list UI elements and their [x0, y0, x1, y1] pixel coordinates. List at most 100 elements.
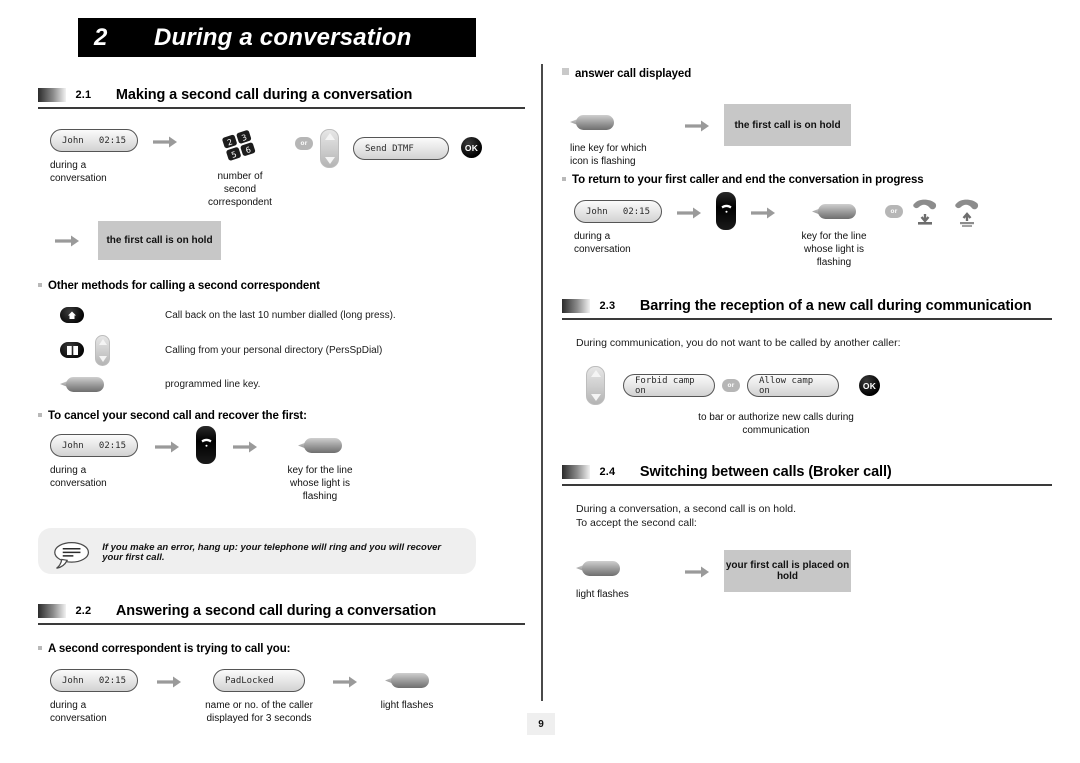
result-row-first-call-hold: the first call is on hold	[50, 221, 525, 260]
nav-down-arrow-icon	[590, 394, 601, 401]
step-lcd-display: John 02:15 during a conversation	[574, 200, 662, 256]
nav-down-arrow-icon	[98, 355, 107, 362]
step-caption: key for the line whose light is flashing	[287, 465, 353, 502]
arrow-right-icon	[50, 230, 84, 252]
softkey-send-dtmf[interactable]: Send DTMF	[353, 137, 449, 160]
line-key-body	[66, 376, 104, 392]
step-line-key: key for the line whose light is flashing	[274, 434, 366, 503]
nav-updown-icon[interactable]	[95, 334, 110, 366]
nav-updown-icon[interactable]	[586, 366, 605, 405]
step-line-key: light flashes	[372, 669, 442, 712]
section-rule	[562, 484, 1052, 486]
handset-down-icon	[910, 197, 942, 227]
subheading-label: To cancel your second call and recover t…	[48, 410, 307, 422]
step-lcd-display: John 02:15 during a conversation	[50, 129, 138, 185]
nav-down-arrow-icon	[324, 157, 335, 164]
subheading-label: A second correspondent is trying to call…	[48, 643, 291, 655]
section-number: 2.3	[599, 299, 616, 312]
status-message-box: the first call is on hold	[98, 221, 221, 260]
subheading-second-correspondent: A second correspondent is trying to call…	[38, 643, 525, 655]
status-message-box: your first call is placed on hold	[724, 550, 851, 592]
softkey-label: Send DTMF	[365, 143, 414, 154]
ok-button[interactable]: OK	[859, 375, 880, 396]
step-caption: during a conversation	[50, 700, 107, 724]
arrow-right-icon	[746, 202, 780, 224]
chapter-number: 2	[94, 23, 108, 51]
lcd-caller-name: John	[62, 440, 84, 451]
intro-line-1: During a conversation, a second call is …	[576, 503, 797, 515]
lcd-screen-caller: PadLocked	[213, 669, 305, 692]
line-key-icon[interactable]	[298, 438, 342, 453]
line-key-icon[interactable]	[576, 560, 620, 576]
lcd-screen: John 02:15	[50, 129, 138, 152]
step-row-cancel-second-call: John 02:15 during a conversation key for…	[50, 426, 525, 503]
step-caption: light flashes	[576, 589, 629, 600]
intro-text-2-3: During communication, you do not want to…	[576, 337, 901, 349]
section-rule	[38, 107, 525, 109]
method-item-redial: Call back on the last 10 number dialled …	[60, 302, 525, 328]
line-key-body	[576, 114, 614, 130]
handset-glyph-icon	[720, 204, 732, 213]
status-message-box: the first call is on hold	[724, 104, 851, 146]
bullet-icon	[38, 283, 42, 287]
or-badge: or	[885, 205, 903, 218]
line-key-body	[582, 560, 620, 576]
step-row-barring-call: Forbid camp on or Allow camp on OK	[586, 366, 1052, 405]
step-lcd-display: John 02:15 during a conversation	[50, 669, 138, 725]
nav-up-arrow-icon	[590, 370, 601, 377]
lcd-screen: John 02:15	[50, 434, 138, 457]
bullet-icon	[562, 177, 566, 181]
or-badge: or	[722, 379, 740, 392]
column-divider	[541, 64, 543, 701]
lcd-caller-name: John	[586, 206, 608, 217]
nav-up-arrow-icon	[324, 133, 335, 140]
method-description: Call back on the last 10 number dialled …	[165, 309, 396, 321]
lcd-timer: 02:15	[98, 675, 126, 686]
step-keypad: 2 3 5 6 number of second correspondent	[192, 129, 288, 209]
section-number: 2.2	[75, 604, 92, 617]
nav-updown-icon[interactable]	[320, 129, 339, 168]
redial-key-icon[interactable]	[60, 307, 84, 323]
step-row-answer-call: line key for which icon is flashing the …	[570, 104, 1052, 168]
softkey-allow-camp-on[interactable]: Allow camp on	[747, 374, 839, 397]
arrow-right-icon	[152, 671, 186, 693]
step-caption: during a conversation	[50, 465, 107, 489]
intro-line-2: To accept the second call:	[576, 517, 697, 529]
nav-up-arrow-icon	[98, 338, 107, 345]
arrow-right-icon	[680, 115, 714, 137]
page-number: 9	[527, 713, 555, 735]
right-column: answer call displayed line key for which…	[562, 64, 1052, 601]
directory-key-icon[interactable]	[60, 342, 84, 358]
subheading-answer-call-displayed: answer call displayed	[562, 68, 1052, 80]
line-key-icon[interactable]	[60, 376, 104, 392]
lcd-caller-id: PadLocked	[225, 675, 274, 686]
step-lcd-display: John 02:15 during a conversation	[50, 434, 138, 490]
softkey-forbid-camp-on[interactable]: Forbid camp on	[623, 374, 715, 397]
lcd-caller-name: John	[62, 135, 84, 146]
section-number: 2.1	[75, 88, 92, 101]
method-icons	[60, 376, 165, 392]
subheading-label: answer call displayed	[575, 68, 692, 80]
softkey-label: Forbid camp on	[635, 375, 695, 396]
method-description: Calling from your personal directory (Pe…	[165, 344, 383, 356]
hangup-key-icon[interactable]	[196, 426, 216, 464]
section-title: Switching between calls (Broker call)	[639, 463, 892, 480]
hangup-key-icon[interactable]	[716, 192, 736, 230]
line-key-icon[interactable]	[812, 204, 856, 219]
keypad-icon: 2 3 5 6	[221, 129, 259, 163]
document-page: 2 During a conversation 2.1 Making a sec…	[0, 0, 1080, 763]
section-title: Barring the reception of a new call duri…	[639, 297, 1032, 314]
section-bar-icon	[562, 298, 590, 313]
subheading-label: Other methods for calling a second corre…	[48, 280, 320, 292]
line-key-icon[interactable]	[570, 114, 614, 130]
line-key-icon[interactable]	[385, 673, 429, 688]
section-rule	[38, 623, 525, 625]
ok-button[interactable]: OK	[461, 137, 482, 158]
section-heading-2-1: 2.1 Making a second call during a conver…	[38, 86, 525, 104]
lcd-caller-name: John	[62, 675, 84, 686]
step-line-key: key for the line whose light is flashing	[790, 200, 878, 269]
lcd-timer: 02:15	[98, 135, 126, 146]
step-caller-display: PadLocked name or no. of the caller disp…	[200, 669, 318, 725]
method-description: programmed line key.	[165, 378, 261, 390]
section-title: Making a second call during a conversati…	[115, 86, 413, 103]
